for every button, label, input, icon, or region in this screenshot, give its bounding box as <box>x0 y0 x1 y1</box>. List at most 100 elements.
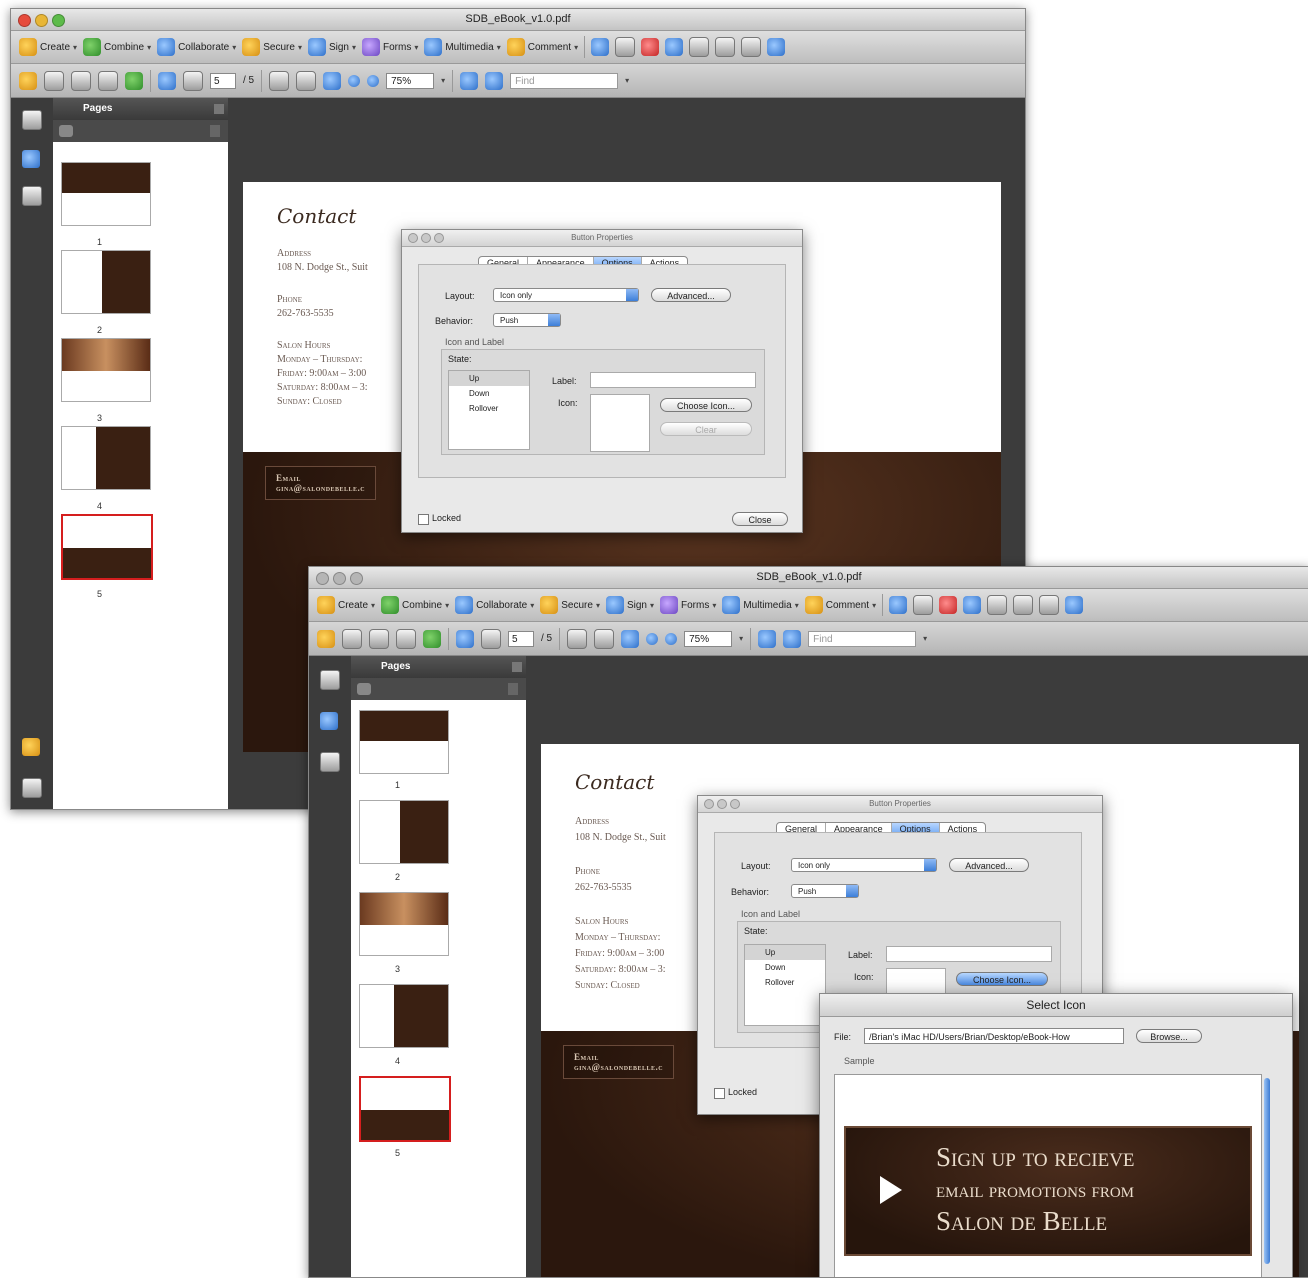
page-thumbnail-4[interactable] <box>61 426 151 490</box>
combine-button[interactable]: Combine ▾ <box>381 596 449 614</box>
zoom-out-icon[interactable] <box>348 74 361 87</box>
signatures-nav-icon[interactable] <box>22 186 42 206</box>
hand-tool-icon[interactable] <box>689 37 710 57</box>
choose-icon-button[interactable]: Choose Icon... <box>660 398 752 412</box>
fit-page-icon[interactable] <box>783 629 802 648</box>
state-item-rollover[interactable]: Rollover <box>449 401 529 416</box>
layout-select[interactable]: Icon only <box>791 858 937 872</box>
select-text-icon[interactable] <box>269 70 290 91</box>
zoom-input[interactable]: 75% <box>684 630 733 647</box>
secure-button[interactable]: Secure ▾ <box>242 38 302 56</box>
zoom-in-icon[interactable] <box>367 74 380 87</box>
choose-icon-button[interactable]: Choose Icon... <box>956 972 1048 986</box>
magnet-icon[interactable] <box>939 596 958 614</box>
create-button[interactable]: Create ▾ <box>19 38 77 56</box>
minimize-window-icon[interactable] <box>333 572 346 585</box>
email-icon[interactable] <box>98 70 118 91</box>
minimize-window-icon[interactable] <box>35 14 48 27</box>
combine-button[interactable]: Combine ▾ <box>83 38 151 56</box>
page-thumbnail-1[interactable] <box>61 162 151 226</box>
page-thumbnail-2[interactable] <box>61 250 151 314</box>
page-thumbnail-4[interactable] <box>359 984 449 1048</box>
select-arrow-icon[interactable] <box>591 38 610 56</box>
trash-icon[interactable] <box>210 125 220 137</box>
textfield-tool-icon[interactable] <box>715 37 736 57</box>
find-input[interactable]: Find <box>808 630 917 647</box>
edit-form-icon[interactable] <box>767 38 786 56</box>
page-thumbnail-2[interactable] <box>359 800 449 864</box>
comment-button[interactable]: Comment ▾ <box>506 38 578 56</box>
open-folder-icon[interactable] <box>19 71 37 90</box>
share-icon[interactable] <box>423 629 441 648</box>
checkbox-tool-icon[interactable] <box>1039 595 1060 615</box>
gear-tool-icon[interactable] <box>963 596 982 614</box>
layout-select[interactable]: Icon only <box>493 288 639 302</box>
collaborate-button[interactable]: Collaborate ▾ <box>157 38 236 56</box>
fit-page-icon[interactable] <box>485 71 504 90</box>
marquee-zoom-icon[interactable] <box>323 71 342 90</box>
panel-options-icon[interactable] <box>214 104 224 114</box>
locked-checkbox[interactable] <box>418 514 429 525</box>
multimedia-button[interactable]: Multimedia ▾ <box>424 38 501 56</box>
dialog-close-icon[interactable] <box>408 233 418 243</box>
save-icon[interactable] <box>71 70 91 91</box>
page-thumbnail-3[interactable] <box>61 338 151 402</box>
textfield-tool-icon[interactable] <box>1013 595 1034 615</box>
field-icon[interactable] <box>615 37 636 57</box>
browse-button[interactable]: Browse... <box>1136 1029 1202 1043</box>
dialog-minimize-icon[interactable] <box>421 233 431 243</box>
zoom-input[interactable]: 75% <box>386 72 435 89</box>
bookmarks-nav-icon[interactable] <box>320 712 338 730</box>
marquee-zoom-icon[interactable] <box>621 629 640 648</box>
next-page-icon[interactable] <box>183 70 203 91</box>
state-item-up[interactable]: Up <box>449 371 529 386</box>
edit-form-icon[interactable] <box>1065 596 1084 614</box>
zoom-dropdown-icon[interactable]: ▾ <box>739 634 743 643</box>
select-text-icon[interactable] <box>567 628 588 649</box>
zoom-out-icon[interactable] <box>646 632 659 645</box>
sample-scrollbar[interactable] <box>1264 1078 1270 1264</box>
collaborate-button[interactable]: Collaborate ▾ <box>455 596 534 614</box>
comments-nav-icon[interactable] <box>22 738 40 756</box>
dialog-zoom-icon[interactable] <box>434 233 444 243</box>
page-number-input[interactable]: 5 <box>508 630 534 647</box>
forms-button[interactable]: Forms ▾ <box>659 596 716 614</box>
advanced-button[interactable]: Advanced... <box>949 858 1029 872</box>
magnet-icon[interactable] <box>641 38 660 56</box>
zoom-window-icon[interactable] <box>350 572 363 585</box>
dialog-close-icon[interactable] <box>704 799 714 809</box>
hand-icon[interactable] <box>296 70 317 91</box>
hand-icon[interactable] <box>594 628 615 649</box>
gear-tool-icon[interactable] <box>665 38 684 56</box>
signatures-nav-icon[interactable] <box>320 752 340 772</box>
print-icon[interactable] <box>342 628 362 649</box>
page-thumbnail-5[interactable] <box>359 1076 451 1142</box>
behavior-select[interactable]: Push <box>791 884 859 898</box>
next-page-icon[interactable] <box>481 628 501 649</box>
sign-button[interactable]: Sign ▾ <box>605 596 654 614</box>
sign-button[interactable]: Sign ▾ <box>307 38 356 56</box>
pages-nav-icon[interactable] <box>320 670 340 690</box>
email-icon[interactable] <box>396 628 416 649</box>
secure-button[interactable]: Secure ▾ <box>540 596 600 614</box>
previous-page-icon[interactable] <box>456 629 474 648</box>
zoom-in-icon[interactable] <box>665 632 678 645</box>
dialog-minimize-icon[interactable] <box>717 799 727 809</box>
scrolling-mode-icon[interactable] <box>758 629 777 648</box>
file-path-field[interactable]: /Brian's iMac HD/Users/Brian/Desktop/eBo… <box>864 1028 1124 1044</box>
panel-options-icon[interactable] <box>512 662 522 672</box>
label-input[interactable] <box>590 372 756 388</box>
state-item-down[interactable]: Down <box>449 386 529 401</box>
find-input[interactable]: Find <box>510 72 619 89</box>
thumbnail-options-icon[interactable] <box>59 125 73 137</box>
page-number-input[interactable]: 5 <box>210 72 236 89</box>
forms-button[interactable]: Forms ▾ <box>361 38 418 56</box>
multimedia-button[interactable]: Multimedia ▾ <box>722 596 799 614</box>
bookmarks-nav-icon[interactable] <box>22 150 40 168</box>
state-item-up[interactable]: Up <box>745 945 825 960</box>
share-icon[interactable] <box>125 71 143 90</box>
select-arrow-icon[interactable] <box>889 596 908 614</box>
save-icon[interactable] <box>369 628 389 649</box>
checkbox-tool-icon[interactable] <box>741 37 762 57</box>
page-thumbnail-3[interactable] <box>359 892 449 956</box>
